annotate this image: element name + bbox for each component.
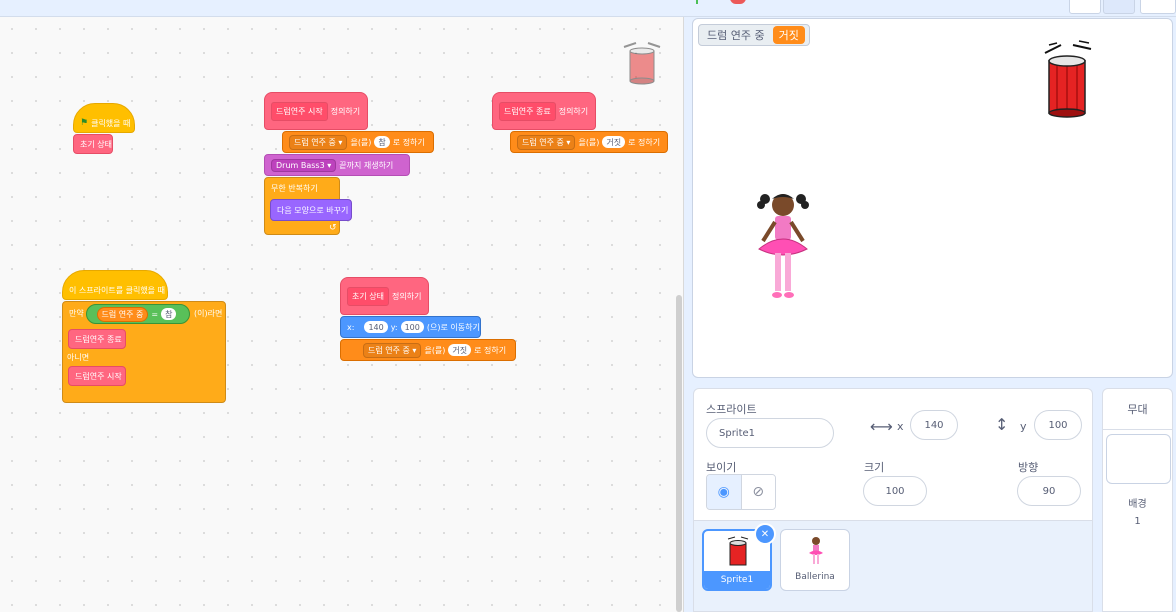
x-field[interactable]: 140 (910, 410, 958, 440)
call-drum-stop-block[interactable]: 드럼연주 종료 (68, 329, 126, 349)
sprite-list: Sprite1 ✕ Ballerina (693, 521, 1093, 612)
y-label: y (1020, 420, 1027, 433)
when-sprite-clicked-hat[interactable]: 이 스프라이트를 클릭했을 때 (62, 270, 168, 300)
show-button[interactable]: ◉ (707, 475, 742, 509)
variable-dropdown[interactable]: 드럼 연주 중 ▾ (517, 134, 576, 150)
call-init-block[interactable]: 초기 상태 (73, 134, 113, 154)
equals-operator-block[interactable]: 드럼 연주 중 = 참 (86, 304, 190, 324)
value-input[interactable]: 거짓 (602, 136, 626, 148)
loop-arrow-icon: ↺ (329, 223, 337, 233)
direction-field[interactable]: 90 (1017, 476, 1081, 506)
sprite-info-panel: 스프라이트 Sprite1 ⟷ x 140 ↕ y 100 보이기 ◉ ⊘ 크기… (693, 388, 1093, 521)
code-workspace[interactable]: ⚑ 클릭했을 때 초기 상태 드럼연주 시작 정의하기 드럼 연주 중 ▾ 을(… (0, 17, 684, 612)
sprite-tile-label: Ballerina (795, 572, 835, 582)
play-sound-until-done-block[interactable]: Drum Bass3 ▾ 끝까지 재생하기 (264, 154, 410, 176)
y-field[interactable]: 100 (1034, 410, 1082, 440)
trash-icon: ✕ (760, 528, 770, 540)
x-label: x (897, 420, 904, 433)
sprite-thumbnail-icon (622, 39, 662, 87)
set-variable-block[interactable]: 드럼 연주 중 ▾ 을(를) 거짓 로 정하기 (340, 339, 516, 361)
ballerina-sprite[interactable] (751, 189, 815, 305)
eye-slash-icon: ⊘ (752, 484, 765, 500)
when-flag-clicked-hat[interactable]: ⚑ 클릭했을 때 (73, 103, 135, 133)
fullscreen-button[interactable] (1140, 0, 1176, 14)
eye-icon: ◉ (717, 484, 730, 500)
direction-label: 방향 (1018, 461, 1039, 474)
delete-sprite-button[interactable]: ✕ (754, 523, 776, 545)
sound-dropdown[interactable]: Drum Bass3 ▾ (271, 158, 337, 172)
value-input[interactable]: 참 (161, 308, 177, 320)
show-toggle: ◉ ⊘ (706, 474, 776, 510)
backdrops-count: 1 (1134, 516, 1141, 527)
hide-button[interactable]: ⊘ (741, 475, 775, 509)
set-variable-block[interactable]: 드럼 연주 중 ▾ 을(를) 참 로 정하기 (282, 131, 434, 153)
stage-panel-title: 무대 (1127, 403, 1148, 416)
sprite-tile-ballerina[interactable]: Ballerina (780, 529, 850, 591)
sprite-tile-label: Sprite1 (704, 571, 770, 589)
sprite-name-field[interactable]: Sprite1 (706, 418, 834, 448)
size-field[interactable]: 100 (863, 476, 927, 506)
define-name-slot: 초기 상태 (347, 286, 389, 306)
go-to-xy-block[interactable]: x: 140 y: 100 (으)로 이동하기 (340, 316, 481, 338)
workspace-scrollbar[interactable] (676, 295, 682, 612)
y-arrows-icon: ↕ (995, 415, 1009, 434)
set-variable-block[interactable]: 드럼 연주 중 ▾ 을(를) 거짓 로 정하기 (510, 131, 668, 153)
drum-sprite[interactable] (1035, 39, 1099, 119)
divider (1103, 429, 1172, 430)
y-input[interactable]: 100 (400, 321, 424, 333)
define-drum-start-hat[interactable]: 드럼연주 시작 정의하기 (264, 92, 368, 130)
define-drum-stop-hat[interactable]: 드럼연주 종료 정의하기 (492, 92, 596, 130)
variable-dropdown[interactable]: 드럼 연주 중 ▾ (363, 342, 422, 358)
backdrops-label: 배경 (1128, 499, 1147, 510)
size-label: 크기 (864, 461, 885, 474)
backdrop-thumbnail[interactable] (1106, 434, 1171, 484)
variable-reporter[interactable]: 드럼 연주 중 (96, 306, 149, 322)
variable-monitor[interactable]: 드럼 연주 중 거짓 (698, 24, 810, 46)
call-drum-start-block[interactable]: 드럼연주 시작 (68, 366, 126, 386)
value-input[interactable]: 참 (374, 136, 390, 148)
show-label: 보이기 (706, 461, 737, 474)
next-costume-block[interactable]: 다음 모양으로 바꾸기 (270, 199, 352, 221)
define-name-slot: 드럼연주 종료 (499, 101, 556, 121)
stop-icon[interactable] (730, 0, 746, 4)
x-input[interactable]: 140 (364, 321, 388, 333)
monitor-label: 드럼 연주 중 (707, 29, 765, 42)
small-stage-button[interactable] (1069, 0, 1101, 14)
define-init-hat[interactable]: 초기 상태 정의하기 (340, 277, 429, 315)
sprite-label: 스프라이트 (706, 403, 757, 416)
variable-dropdown[interactable]: 드럼 연주 중 ▾ (289, 134, 348, 150)
then-label: (이)라면 (194, 309, 223, 318)
monitor-value: 거짓 (772, 26, 805, 44)
green-flag-icon[interactable] (696, 0, 710, 4)
else-label: 아니면 (67, 353, 90, 362)
value-input[interactable]: 거짓 (448, 344, 472, 356)
stage[interactable]: 드럼 연주 중 거짓 (692, 18, 1173, 378)
x-arrows-icon: ⟷ (870, 417, 893, 436)
normal-stage-button[interactable] (1103, 0, 1135, 14)
green-flag-icon: ⚑ (80, 118, 89, 128)
top-bar (0, 0, 1176, 17)
stage-selector-panel[interactable]: 무대 배경 1 (1102, 388, 1173, 612)
ballerina-thumbnail (807, 536, 825, 566)
sprite1-thumbnail (726, 535, 750, 567)
define-name-slot: 드럼연주 시작 (271, 101, 328, 121)
